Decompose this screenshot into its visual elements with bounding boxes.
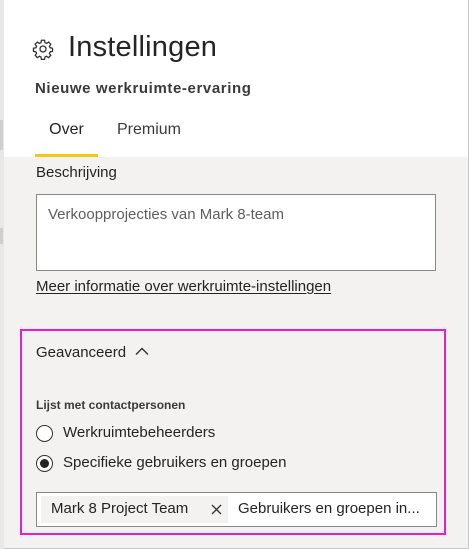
advanced-toggle[interactable]: Geavanceerd <box>36 344 126 361</box>
background-edge-mark <box>0 120 3 150</box>
close-icon[interactable] <box>211 504 222 515</box>
description-field[interactable]: Verkoopprojecties van Mark 8-team <box>36 194 436 271</box>
advanced-label: Geavanceerd <box>36 344 127 361</box>
tab-over[interactable]: Over <box>35 121 98 157</box>
more-info-link[interactable]: Meer informatie over werkruimte-instelli… <box>36 278 331 295</box>
selected-group-chip: Mark 8 Project Team <box>41 496 228 523</box>
gear-icon <box>32 39 54 60</box>
description-value: Verkoopprojecties van Mark 8-team <box>48 206 284 223</box>
chevron-up-icon[interactable] <box>135 346 149 356</box>
panel-title: Instellingen <box>68 31 218 63</box>
chip-label: Mark 8 Project Team <box>51 500 189 517</box>
people-picker[interactable]: Mark 8 Project Team Gebruikers en groepe… <box>36 492 437 527</box>
tab-label: Over <box>49 121 84 138</box>
contact-list-label: Lijst met contactpersonen <box>36 398 186 412</box>
description-label: Beschrijving <box>36 164 117 181</box>
radio-label: Specifieke gebruikers en groepen <box>63 454 287 471</box>
tab-premium[interactable]: Premium <box>117 121 181 157</box>
tab-label: Premium <box>117 121 182 138</box>
radio-selected-dot <box>40 459 49 468</box>
radio-label: Werkruimtebeheerders <box>63 424 216 441</box>
radio-button[interactable] <box>36 425 53 442</box>
people-picker-input[interactable]: Gebruikers en groepen in... <box>238 500 420 517</box>
radio-button[interactable] <box>36 455 53 472</box>
background-edge-mark <box>0 228 3 244</box>
panel-subtitle: Nieuwe werkruimte-ervaring <box>35 80 252 97</box>
